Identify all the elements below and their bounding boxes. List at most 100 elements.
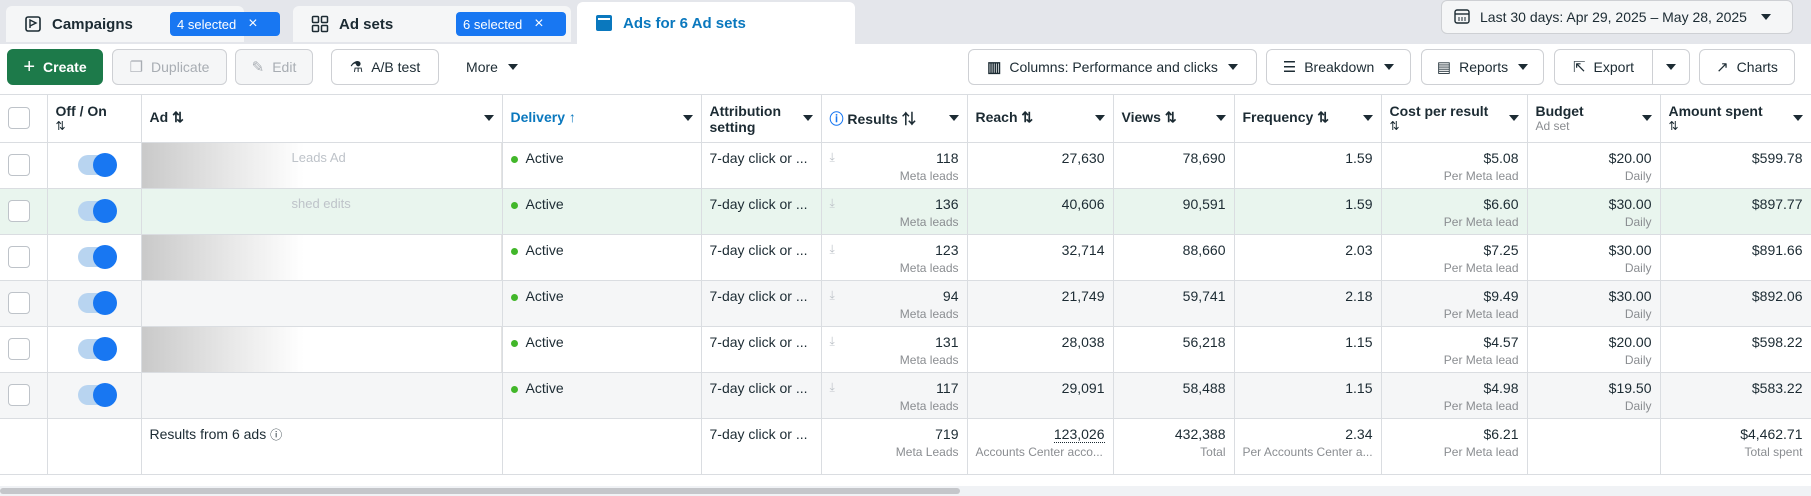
row-checkbox[interactable] xyxy=(8,246,30,268)
date-range-picker[interactable]: Last 30 days: Apr 29, 2025 – May 28, 202… xyxy=(1441,0,1793,34)
ad-name[interactable]: shed edits xyxy=(292,196,351,211)
chevron-down-icon[interactable] xyxy=(1215,115,1226,121)
sort-icon[interactable]: ⇅ xyxy=(1317,109,1329,125)
ad-on-off-toggle[interactable] xyxy=(77,153,117,177)
ad-name[interactable]: Leads Ad xyxy=(292,150,346,165)
horizontal-scrollbar-track[interactable] xyxy=(0,486,1811,496)
reports-button[interactable]: ▤ Reports xyxy=(1421,49,1544,85)
table-row[interactable]: Active 7-day click or ... ⤓ 123 Meta leads 32… xyxy=(0,234,1811,281)
close-icon[interactable]: × xyxy=(534,16,543,32)
chevron-down-icon[interactable] xyxy=(483,115,494,121)
budget-cell[interactable]: $30.00 Daily xyxy=(1527,234,1661,281)
ad-name-cell[interactable] xyxy=(141,234,503,281)
chevron-down-icon[interactable] xyxy=(948,115,959,121)
campaigns-selected-badge[interactable]: 4 selected × xyxy=(170,12,280,36)
row-checkbox[interactable] xyxy=(8,200,30,222)
ad-on-off-toggle[interactable] xyxy=(77,337,117,361)
ad-on-off-toggle[interactable] xyxy=(77,199,117,223)
chevron-down-icon[interactable] xyxy=(1094,115,1105,121)
delivery-status: Active xyxy=(525,150,564,166)
chevron-down-icon[interactable] xyxy=(1508,115,1519,121)
budget-cell[interactable]: $20.00 Daily xyxy=(1527,326,1661,373)
breakdown-label: Breakdown xyxy=(1304,59,1375,75)
export-button[interactable]: ⇱ Export xyxy=(1554,49,1653,85)
table-row[interactable]: Leads Ad Active 7-day click or ... ⤓ 118 Meta… xyxy=(0,142,1811,189)
duplicate-button[interactable]: ❐ Duplicate xyxy=(112,49,227,85)
toggle-cell xyxy=(47,234,142,281)
row-checkbox[interactable] xyxy=(8,292,30,314)
summary-value[interactable]: 123,026 xyxy=(1053,426,1105,443)
col-results[interactable]: ⓘ Results ⇅ xyxy=(821,94,968,143)
download-icon[interactable]: ⤓ xyxy=(830,150,835,165)
export-menu-button[interactable] xyxy=(1652,49,1690,85)
create-button[interactable]: + Create xyxy=(7,49,103,85)
ad-name-cell[interactable]: shed edits xyxy=(141,188,503,235)
more-button[interactable]: More xyxy=(452,49,532,85)
download-icon[interactable]: ⤓ xyxy=(830,380,835,395)
budget-cell[interactable]: $20.00 Daily xyxy=(1527,142,1661,189)
ad-name-cell[interactable] xyxy=(141,280,503,327)
sort-icon[interactable]: ⇅ xyxy=(1390,119,1519,133)
tab-campaigns[interactable]: Campaigns 4 selected × xyxy=(6,6,280,42)
row-checkbox[interactable] xyxy=(8,338,30,360)
sort-icon[interactable]: ⇅ xyxy=(1669,119,1803,133)
col-amount-spent[interactable]: Amount spent ⇅ xyxy=(1660,94,1811,143)
columns-button[interactable]: ▥ Columns: Performance and clicks xyxy=(968,49,1257,85)
chevron-down-icon[interactable] xyxy=(1792,115,1803,121)
col-budget[interactable]: Budget Ad set xyxy=(1527,94,1661,143)
budget-cell[interactable]: $30.00 Daily xyxy=(1527,280,1661,327)
select-all-checkbox[interactable] xyxy=(8,107,30,129)
ad-name-cell[interactable] xyxy=(141,372,503,419)
ad-name-cell[interactable] xyxy=(141,326,503,373)
table-row[interactable]: shed edits Active 7-day click or ... ⤓ 136 Me… xyxy=(0,188,1811,235)
download-icon[interactable]: ⤓ xyxy=(830,334,835,349)
frequency-cell: 1.59 xyxy=(1234,142,1382,189)
table-row[interactable]: Active 7-day click or ... ⤓ 94 Meta leads 21,… xyxy=(0,280,1811,327)
tab-ads[interactable]: Ads for 6 Ad sets xyxy=(577,2,855,44)
close-icon[interactable]: × xyxy=(248,16,257,32)
col-reach[interactable]: Reach ⇅ xyxy=(967,94,1114,143)
charts-button[interactable]: ↗ Charts xyxy=(1699,49,1795,85)
breakdown-button[interactable]: ☰ Breakdown xyxy=(1266,49,1411,85)
sort-icon[interactable]: ⇅ xyxy=(56,119,133,133)
ad-on-off-toggle[interactable] xyxy=(77,245,117,269)
download-icon[interactable]: ⤓ xyxy=(830,288,835,303)
budget-cell[interactable]: $30.00 Daily xyxy=(1527,188,1661,235)
col-delivery[interactable]: Delivery ↑ xyxy=(502,94,702,143)
chevron-down-icon[interactable] xyxy=(1641,115,1652,121)
table-row[interactable]: Active 7-day click or ... ⤓ 131 Meta leads 28… xyxy=(0,326,1811,373)
tab-ad-sets[interactable]: Ad sets 6 selected × xyxy=(293,6,571,42)
download-icon[interactable]: ⤓ xyxy=(830,196,835,211)
sort-icon[interactable]: ⇅ xyxy=(902,111,916,127)
adsets-selected-badge[interactable]: 6 selected × xyxy=(456,12,566,36)
ad-on-off-toggle[interactable] xyxy=(77,383,117,407)
chevron-down-icon[interactable] xyxy=(1362,115,1373,121)
col-views[interactable]: Views ⇅ xyxy=(1113,94,1235,143)
sort-icon[interactable]: ⇅ xyxy=(1165,109,1177,125)
ab-test-button[interactable]: ⚗ A/B test xyxy=(331,49,439,85)
col-frequency[interactable]: Frequency ⇅ xyxy=(1234,94,1382,143)
chevron-down-icon[interactable] xyxy=(682,115,693,121)
download-icon[interactable]: ⤓ xyxy=(830,242,835,257)
info-icon[interactable]: ⓘ xyxy=(270,428,282,442)
col-off-on[interactable]: Off / On ⇅ xyxy=(47,94,142,143)
table-row[interactable]: Active 7-day click or ... ⤓ 117 Meta leads 29… xyxy=(0,372,1811,419)
col-attribution[interactable]: Attribution setting xyxy=(701,94,822,143)
col-ad[interactable]: Ad ⇅ xyxy=(141,94,503,143)
horizontal-scrollbar-thumb[interactable] xyxy=(0,488,960,494)
edit-button[interactable]: ✎ Edit xyxy=(235,49,313,85)
sort-icon[interactable]: ⇅ xyxy=(172,109,184,125)
ad-name-cell[interactable]: Leads Ad xyxy=(141,142,503,189)
reach-value: 40,606 xyxy=(1061,196,1105,212)
info-icon[interactable]: ⓘ xyxy=(830,111,844,127)
sort-icon[interactable]: ⇅ xyxy=(1021,109,1033,125)
row-checkbox[interactable] xyxy=(8,154,30,176)
col-cost-per-result[interactable]: Cost per result ⇅ xyxy=(1381,94,1528,143)
results-value: 136 xyxy=(935,196,959,212)
row-checkbox[interactable] xyxy=(8,384,30,406)
ab-test-label: A/B test xyxy=(371,59,421,75)
chevron-down-icon[interactable] xyxy=(802,115,813,121)
ad-on-off-toggle[interactable] xyxy=(77,291,117,315)
sort-ascending-icon[interactable]: ↑ xyxy=(569,109,576,125)
budget-cell[interactable]: $19.50 Daily xyxy=(1527,372,1661,419)
